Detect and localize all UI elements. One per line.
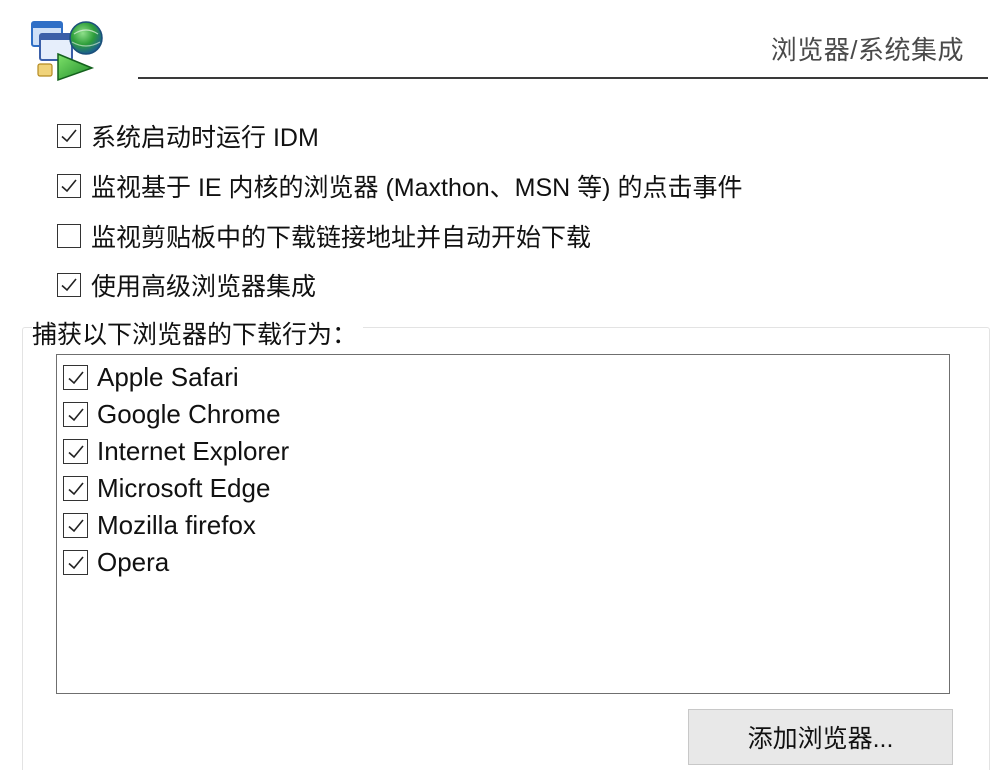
- checkmark-icon: [61, 129, 77, 143]
- browser-label: Google Chrome: [97, 399, 281, 429]
- checkbox[interactable]: [63, 439, 88, 464]
- option-run-on-startup[interactable]: 系统启动时运行 IDM: [57, 119, 319, 153]
- checkbox[interactable]: [63, 365, 88, 390]
- browser-item-chrome[interactable]: Google Chrome: [57, 396, 949, 433]
- browser-label: Microsoft Edge: [97, 473, 271, 503]
- browser-item-edge[interactable]: Microsoft Edge: [57, 470, 949, 507]
- checkbox[interactable]: [63, 476, 88, 501]
- option-monitor-ie-clicks[interactable]: 监视基于 IE 内核的浏览器 (Maxthon、MSN 等) 的点击事件: [57, 169, 742, 203]
- browser-label: Mozilla firefox: [97, 510, 256, 540]
- browser-label: Apple Safari: [97, 362, 239, 392]
- checkmark-icon: [67, 555, 84, 569]
- section-title: 浏览器/系统集成: [770, 35, 964, 65]
- header-divider: [138, 77, 988, 79]
- checkbox[interactable]: [57, 224, 81, 248]
- browser-item-safari[interactable]: Apple Safari: [57, 359, 949, 396]
- add-browser-button[interactable]: 添加浏览器...: [688, 709, 953, 765]
- checkbox[interactable]: [57, 124, 81, 148]
- checkbox[interactable]: [57, 174, 81, 198]
- checkbox[interactable]: [63, 550, 88, 575]
- browser-item-firefox[interactable]: Mozilla firefox: [57, 507, 949, 544]
- option-label: 监视剪贴板中的下载链接地址并自动开始下载: [91, 224, 592, 252]
- idm-logo-icon: [28, 14, 108, 82]
- option-label: 使用高级浏览器集成: [91, 273, 317, 301]
- option-label: 监视基于 IE 内核的浏览器 (Maxthon、MSN 等) 的点击事件: [91, 174, 743, 202]
- checkmark-icon: [67, 518, 84, 532]
- option-advanced-integration[interactable]: 使用高级浏览器集成: [57, 268, 316, 302]
- browser-item-opera[interactable]: Opera: [57, 544, 949, 581]
- option-label: 系统启动时运行 IDM: [91, 124, 319, 152]
- option-monitor-clipboard[interactable]: 监视剪贴板中的下载链接地址并自动开始下载: [57, 219, 591, 253]
- checkmark-icon: [67, 444, 84, 458]
- checkbox[interactable]: [63, 513, 88, 538]
- browser-item-ie[interactable]: Internet Explorer: [57, 433, 949, 470]
- browser-label: Opera: [97, 547, 170, 577]
- checkbox[interactable]: [63, 402, 88, 427]
- checkmark-icon: [67, 481, 84, 495]
- browser-label: Internet Explorer: [97, 436, 290, 466]
- checkmark-icon: [61, 278, 77, 292]
- browser-list[interactable]: Apple Safari Google Chrome Internet Expl…: [56, 354, 950, 694]
- capture-group-label: 捕获以下浏览器的下载行为：: [32, 315, 364, 351]
- checkmark-icon: [67, 370, 84, 384]
- checkmark-icon: [67, 407, 84, 421]
- checkbox[interactable]: [57, 273, 81, 297]
- checkmark-icon: [61, 179, 77, 193]
